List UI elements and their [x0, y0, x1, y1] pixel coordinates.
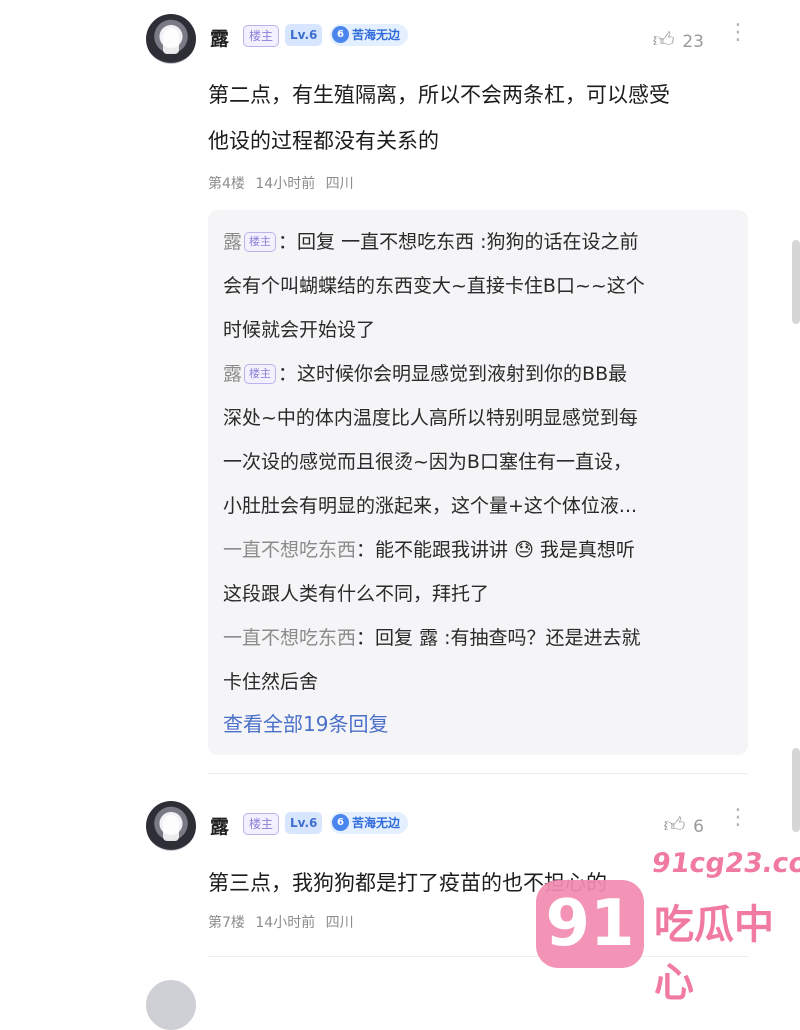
- scrollbar-thumb[interactable]: [792, 240, 800, 324]
- reply-author[interactable]: 一直不想吃东西: [223, 627, 356, 649]
- medal-badge: 6 苦海无边: [330, 812, 409, 834]
- reply-text: 时候就会开始设了: [223, 319, 376, 341]
- medal-name: 苦海无边: [352, 28, 401, 42]
- watermark-logo: 91: [536, 880, 644, 968]
- reply-separator: ：: [356, 539, 376, 561]
- comment-meta: 第7楼 14小时前 四川: [208, 912, 354, 932]
- reply-item[interactable]: 露楼主 ：回复 一直不想吃东西 :狗狗的话在设之前 会有个叫蝴蝶结的东西变大~直接…: [223, 220, 728, 352]
- scrollbar-thumb[interactable]: [792, 748, 800, 832]
- reply-text: 小肚肚会有明显的涨起来，这个量+这个体位液...: [223, 495, 638, 517]
- timestamp: 14小时前: [255, 176, 316, 192]
- comment-text: 第二点，有生殖隔离，所以不会两条杠，可以感受 他设的过程都没有关系的: [208, 72, 748, 164]
- comment-meta: 第4楼 14小时前 四川: [208, 173, 354, 193]
- view-all-replies-link[interactable]: 查看全部19条回复: [223, 708, 388, 737]
- comment-text-line: 第二点，有生殖隔离，所以不会两条杠，可以感受: [208, 83, 670, 107]
- reply-item[interactable]: 一直不想吃东西：能不能跟我讲讲 😓 我是真想听 这段跟人类有什么不同，拜托了: [223, 528, 728, 616]
- reply-thread: 露楼主 ：回复 一直不想吃东西 :狗狗的话在设之前 会有个叫蝴蝶结的东西变大~直接…: [208, 210, 748, 755]
- reply-text: 这段跟人类有什么不同，拜托了: [223, 583, 490, 605]
- reply-separator: ：: [356, 627, 376, 649]
- thumbs-up-icon: 👍︎: [652, 28, 675, 52]
- watermark-url: 91cg23.com: [649, 848, 800, 879]
- medal-badge: 6 苦海无边: [330, 24, 409, 46]
- medal-icon: 6: [332, 814, 349, 831]
- reply-author[interactable]: 一直不想吃东西: [223, 539, 356, 561]
- reply-separator: ：: [278, 363, 298, 385]
- like-button[interactable]: 👍︎ 23: [653, 27, 704, 53]
- like-count: 6: [693, 817, 704, 837]
- floor-number: 第7楼: [208, 915, 245, 931]
- reply-text: 会有个叫蝴蝶结的东西变大~直接卡住B口~~这个: [223, 275, 645, 297]
- reply-text: 一次设的感觉而且很烫~因为B口塞住有一直设，: [223, 451, 632, 473]
- reply-text: 这时候你会明显感觉到液射到你的BB最: [297, 363, 628, 385]
- reply-text: 能不能跟我讲讲 😓 我是真想听: [375, 539, 635, 561]
- medal-name: 苦海无边: [352, 816, 401, 830]
- reply-text: 卡住然后舍: [223, 671, 319, 693]
- level-badge: Lv.6: [285, 812, 323, 834]
- like-count: 23: [682, 32, 704, 52]
- location: 四川: [325, 915, 354, 931]
- reply-text: 回复 露 :有抽查吗？还是进去就: [375, 627, 641, 649]
- level-badge: Lv.6: [285, 24, 323, 46]
- comment-text-line: 他设的过程都没有关系的: [208, 129, 439, 153]
- like-button[interactable]: 👍︎ 6: [663, 812, 704, 838]
- reply-item[interactable]: 一直不想吃东西：回复 露 :有抽查吗？还是进去就 卡住然后舍: [223, 616, 728, 704]
- owner-badge: 楼主: [243, 813, 280, 835]
- thumbs-up-icon: 👍︎: [663, 813, 686, 837]
- medal-icon: 6: [332, 26, 349, 43]
- reply-text: 回复 一直不想吃东西 :狗狗的话在设之前: [297, 231, 639, 253]
- reply-text: 深处~中的体内温度比人高所以特别明显感觉到每: [223, 407, 638, 429]
- owner-badge: 楼主: [243, 25, 280, 47]
- reply-item[interactable]: 露楼主 ：这时候你会明显感觉到液射到你的BB最 深处~中的体内温度比人高所以特别明…: [223, 352, 728, 528]
- avatar[interactable]: [146, 14, 196, 64]
- reply-separator: ：: [278, 231, 298, 253]
- author-name[interactable]: 露: [210, 812, 229, 839]
- comment-divider: [208, 773, 748, 774]
- author-name[interactable]: 露: [210, 24, 229, 51]
- avatar[interactable]: [146, 801, 196, 851]
- reply-author[interactable]: 露: [223, 363, 242, 385]
- reply-author[interactable]: 露: [223, 231, 242, 253]
- more-vertical-icon[interactable]: ⋮: [727, 807, 749, 829]
- timestamp: 14小时前: [255, 915, 316, 931]
- watermark-text: 吃瓜中心: [654, 902, 774, 1006]
- owner-badge: 楼主: [244, 364, 277, 384]
- owner-badge: 楼主: [244, 232, 277, 252]
- floor-number: 第4楼: [208, 176, 245, 192]
- more-vertical-icon[interactable]: ⋮: [727, 22, 749, 44]
- location: 四川: [325, 176, 354, 192]
